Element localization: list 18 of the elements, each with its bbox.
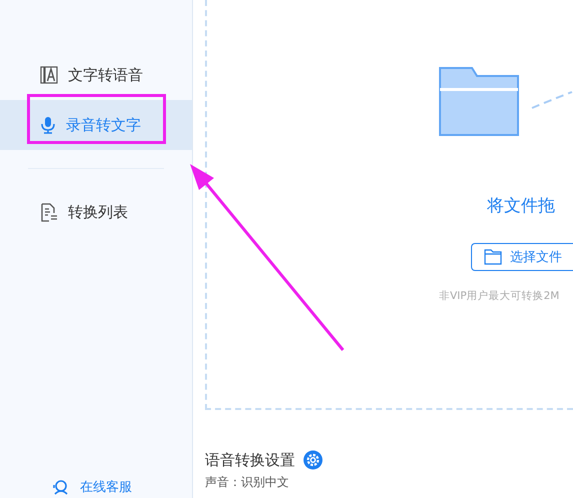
size-limit-note: 非VIP用户最大可转换2M (439, 289, 560, 303)
sidebar-item[interactable]: 录音转文字 (0, 100, 192, 150)
dashed-curve (531, 90, 573, 110)
drop-zone[interactable]: 将文件拖 选择文件 非VIP用户最大可转换2M (205, 0, 573, 410)
sidebar-item[interactable]: 转换列表 (0, 187, 192, 237)
folder-icon (439, 67, 519, 136)
letter-a-icon (40, 66, 58, 84)
folder-icon (484, 249, 502, 265)
microphone-icon (40, 116, 56, 134)
voice-setting: 声音：识别中文 (205, 474, 290, 491)
choose-folder-button[interactable]: 选择文件 (471, 243, 573, 271)
drop-prompt: 将文件拖 (487, 195, 555, 217)
document-list-icon (40, 202, 58, 222)
settings-icon[interactable] (303, 450, 323, 470)
support-link[interactable]: 在线客服 (0, 478, 192, 498)
sidebar-item[interactable]: 文字转语音 (0, 50, 192, 100)
headset-icon (52, 479, 70, 495)
settings-title: 语音转换设置 (205, 450, 295, 470)
